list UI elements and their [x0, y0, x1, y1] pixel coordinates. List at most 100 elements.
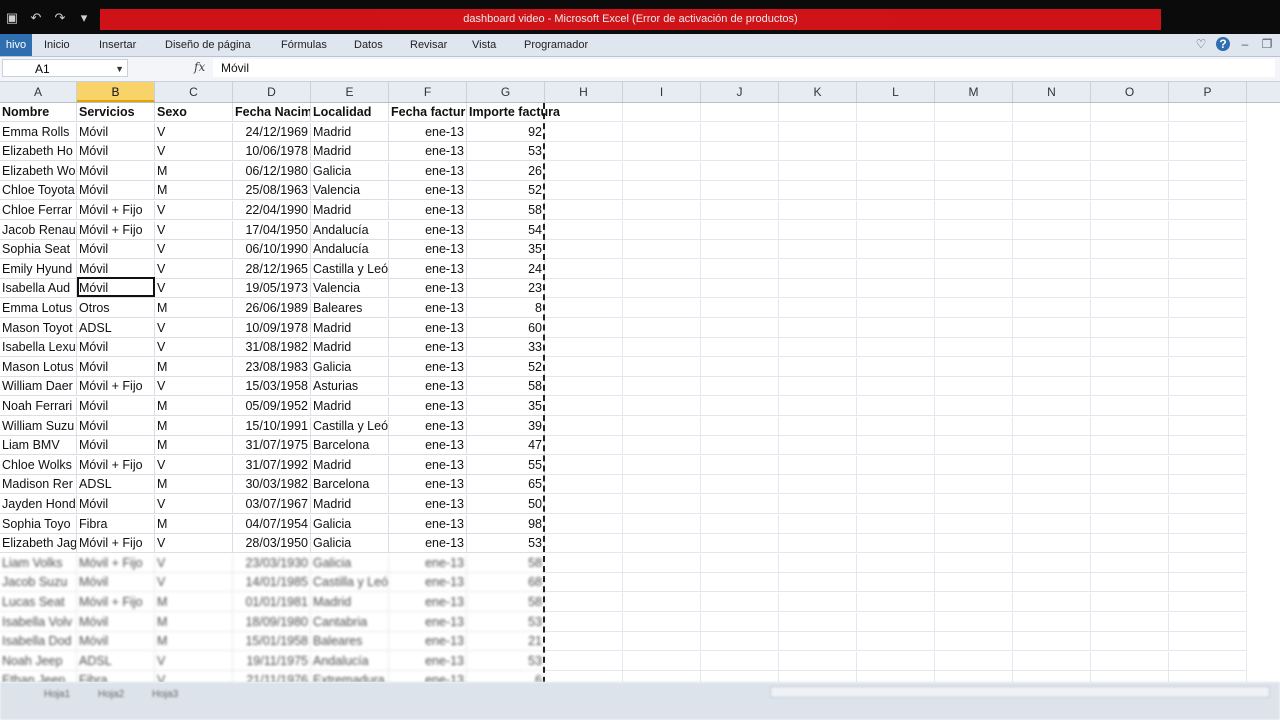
empty-cell[interactable] — [1013, 279, 1091, 299]
cell[interactable]: Móvil — [77, 279, 155, 299]
column-header-i[interactable]: I — [623, 82, 701, 102]
tab-inicio[interactable]: Inicio — [44, 34, 70, 56]
cell[interactable]: Andalucía — [311, 651, 389, 671]
empty-cell[interactable] — [1169, 436, 1247, 456]
tab-revisar[interactable]: Revisar — [410, 34, 447, 56]
cell[interactable]: Lucas Seat — [0, 593, 77, 612]
empty-cell[interactable] — [857, 240, 935, 260]
cell[interactable]: M — [155, 436, 233, 456]
empty-cell[interactable] — [623, 357, 701, 377]
empty-cell[interactable] — [1091, 514, 1169, 534]
cell[interactable]: 28/12/1965 — [233, 259, 311, 279]
empty-cell[interactable] — [1169, 279, 1247, 299]
cell[interactable]: Barcelona — [311, 475, 389, 495]
empty-cell[interactable] — [1091, 161, 1169, 181]
empty-cell[interactable] — [701, 201, 779, 220]
empty-cell[interactable] — [857, 142, 935, 162]
empty-cell[interactable] — [623, 593, 701, 612]
cell[interactable]: 23/08/1983 — [233, 357, 311, 377]
cell[interactable]: Ethan Jeep — [0, 671, 77, 682]
empty-cell[interactable] — [623, 573, 701, 593]
cell[interactable]: 50 — [467, 495, 545, 514]
empty-cell[interactable] — [857, 122, 935, 142]
empty-cell[interactable] — [935, 593, 1013, 612]
empty-cell[interactable] — [545, 514, 623, 534]
cell[interactable]: 53 — [467, 612, 545, 632]
column-header-j[interactable]: J — [701, 82, 779, 102]
restore-window-icon[interactable]: ❐ — [1260, 37, 1274, 51]
column-header-n[interactable]: N — [1013, 82, 1091, 102]
empty-cell[interactable] — [935, 259, 1013, 279]
cell[interactable]: Móvil — [77, 416, 155, 436]
empty-cell[interactable] — [623, 201, 701, 220]
empty-cell[interactable] — [779, 397, 857, 416]
cell[interactable]: Móvil — [77, 612, 155, 632]
cell[interactable]: Móvil — [77, 338, 155, 358]
cell[interactable]: ene-13 — [389, 671, 467, 682]
help-icon[interactable]: ? — [1216, 37, 1230, 51]
empty-cell[interactable] — [857, 318, 935, 338]
empty-cell[interactable] — [1169, 201, 1247, 220]
empty-cell[interactable] — [857, 161, 935, 181]
cell[interactable]: 10/06/1978 — [233, 142, 311, 162]
cell[interactable]: M — [155, 397, 233, 416]
cell[interactable]: ene-13 — [389, 259, 467, 279]
empty-cell[interactable] — [545, 122, 623, 142]
empty-cell[interactable] — [623, 161, 701, 181]
column-header-g[interactable]: G — [467, 82, 545, 102]
empty-cell[interactable] — [701, 553, 779, 573]
empty-cell[interactable] — [779, 377, 857, 397]
cell[interactable]: 30/03/1982 — [233, 475, 311, 495]
empty-cell[interactable] — [857, 436, 935, 456]
cell[interactable]: 33 — [467, 338, 545, 358]
sheet-tab-1[interactable]: Hoja1 — [44, 688, 70, 702]
empty-cell[interactable] — [1091, 259, 1169, 279]
empty-cell[interactable] — [701, 161, 779, 181]
cell[interactable]: 98 — [467, 514, 545, 534]
empty-cell[interactable] — [1013, 338, 1091, 358]
cell[interactable]: 53 — [467, 651, 545, 671]
empty-cell[interactable] — [623, 416, 701, 436]
empty-cell[interactable] — [935, 318, 1013, 338]
cell[interactable]: ene-13 — [389, 632, 467, 652]
empty-cell[interactable] — [779, 514, 857, 534]
empty-cell[interactable] — [701, 534, 779, 554]
empty-cell[interactable] — [1091, 377, 1169, 397]
cell[interactable]: Fibra — [77, 671, 155, 682]
empty-cell[interactable] — [623, 299, 701, 318]
empty-cell[interactable] — [1013, 612, 1091, 632]
cell[interactable]: Chloe Wolks — [0, 455, 77, 475]
cell[interactable]: 23 — [467, 279, 545, 299]
empty-cell[interactable] — [857, 632, 935, 652]
cell[interactable]: Móvil + Fijo — [77, 201, 155, 220]
empty-cell[interactable] — [623, 495, 701, 514]
empty-cell[interactable] — [779, 475, 857, 495]
cell[interactable]: 54 — [467, 220, 545, 240]
cell[interactable]: 58 — [467, 201, 545, 220]
empty-cell[interactable] — [1091, 122, 1169, 142]
cell[interactable]: Noah Ferrari — [0, 397, 77, 416]
empty-cell[interactable] — [1013, 397, 1091, 416]
cell[interactable]: Importe factura — [467, 103, 560, 122]
empty-cell[interactable] — [857, 671, 935, 682]
empty-cell[interactable] — [545, 612, 623, 632]
cell[interactable]: Jacob Renau — [0, 220, 77, 240]
empty-cell[interactable] — [935, 338, 1013, 358]
empty-cell[interactable] — [935, 122, 1013, 142]
cell[interactable]: 24 — [467, 259, 545, 279]
empty-cell[interactable] — [545, 240, 623, 260]
customize-toolbar-icon[interactable]: ▾ — [76, 10, 92, 26]
empty-cell[interactable] — [935, 161, 1013, 181]
cell[interactable]: 06/12/1980 — [233, 161, 311, 181]
cell[interactable]: ene-13 — [389, 181, 467, 201]
cell[interactable]: Madrid — [311, 318, 389, 338]
cell[interactable]: V — [155, 651, 233, 671]
cell[interactable]: 26/06/1989 — [233, 299, 311, 318]
cell[interactable]: ene-13 — [389, 142, 467, 162]
empty-cell[interactable] — [545, 553, 623, 573]
cell[interactable]: Andalucía — [311, 240, 389, 260]
empty-cell[interactable] — [935, 357, 1013, 377]
cell[interactable]: Emma Lotus — [0, 299, 77, 318]
empty-cell[interactable] — [701, 495, 779, 514]
cell[interactable]: ene-13 — [389, 161, 467, 181]
